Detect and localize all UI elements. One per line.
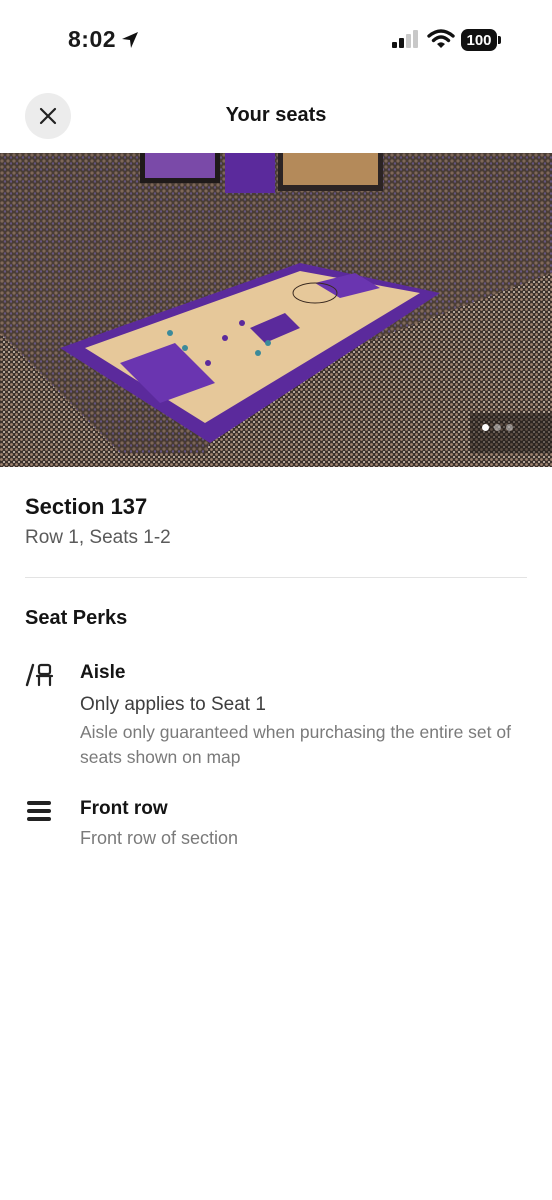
carousel-indicator[interactable] (482, 424, 513, 431)
carousel-dot-active[interactable] (482, 424, 489, 431)
carousel-dot[interactable] (506, 424, 513, 431)
seat-location: Row 1, Seats 1-2 (25, 527, 171, 548)
carousel-dot[interactable] (494, 424, 501, 431)
battery-level: 100 (466, 31, 492, 49)
perk-title: Front row (80, 798, 168, 819)
arena-photo (0, 153, 552, 467)
location-arrow-icon (122, 32, 138, 48)
perk-detail: Front row of section (80, 828, 239, 848)
wifi-icon (427, 29, 455, 48)
status-time: 8:02 (68, 26, 117, 52)
page-title: Your seats (225, 104, 327, 126)
perk-detail: Only applies to Seat 1 (80, 694, 266, 715)
header: Your seats (0, 88, 552, 144)
cellular-signal-icon (392, 30, 418, 48)
status-bar: 8:02 100 (0, 0, 552, 80)
battery-nub (498, 36, 501, 44)
section-title: Section 137 (25, 494, 148, 519)
perk-title: Aisle (80, 662, 126, 683)
perk-note: Aisle only guaranteed when purchasing th… (80, 722, 511, 767)
aisle-seat-icon (25, 663, 54, 687)
seat-perks-heading: Seat Perks (25, 607, 128, 629)
divider (25, 577, 527, 578)
front-row-icon (27, 801, 51, 821)
seat-details-screen: 8:02 100 Your seats Section 137 Row 1, S… (0, 0, 552, 1200)
battery-icon: 100 (461, 29, 497, 51)
seat-view-image[interactable] (0, 153, 552, 467)
